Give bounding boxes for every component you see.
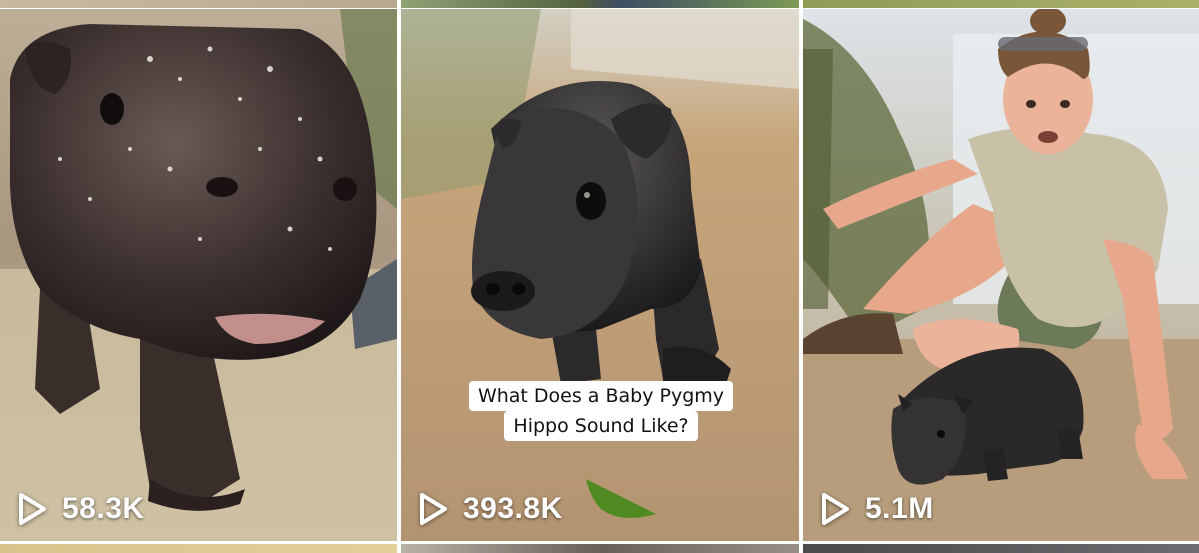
previous-row-thumbnail[interactable] <box>0 0 397 8</box>
video-thumbnail <box>0 9 397 541</box>
previous-row-thumbnail[interactable] <box>401 0 799 8</box>
view-count: 5.1M <box>819 491 934 527</box>
next-row-thumbnail[interactable] <box>401 544 799 553</box>
views-count: 393.8K <box>463 492 563 525</box>
previous-row-thumbnail[interactable] <box>803 0 1199 8</box>
caption-line: Hippo Sound Like? <box>504 411 698 441</box>
video-thumbnail <box>401 9 799 541</box>
video-grid: 58.3K What Does a Baby Pygmy Hippo Sound… <box>0 0 1199 553</box>
play-icon <box>19 493 46 525</box>
view-count: 393.8K <box>417 491 563 527</box>
next-row-thumbnail[interactable] <box>0 544 397 553</box>
caption-line: What Does a Baby Pygmy <box>468 381 734 411</box>
view-count: 58.3K <box>16 491 145 527</box>
video-tile[interactable]: 5.1M <box>803 9 1199 541</box>
video-tile[interactable]: What Does a Baby Pygmy Hippo Sound Like?… <box>401 9 799 541</box>
next-row-thumbnail[interactable] <box>803 544 1199 553</box>
views-count: 5.1M <box>865 492 934 525</box>
video-caption: What Does a Baby Pygmy Hippo Sound Like? <box>464 381 738 441</box>
play-icon <box>822 493 849 525</box>
video-tile[interactable]: 58.3K <box>0 9 397 541</box>
video-thumbnail <box>803 9 1199 541</box>
play-icon <box>420 493 447 525</box>
views-count: 58.3K <box>62 492 145 525</box>
